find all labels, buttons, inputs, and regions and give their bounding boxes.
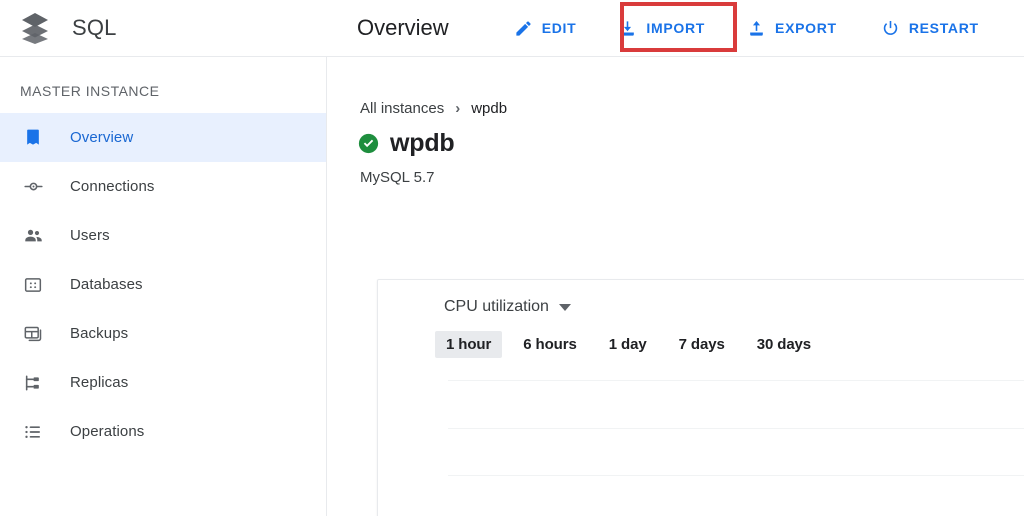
- breadcrumb-current: wpdb: [471, 100, 508, 117]
- main-content: All instances › wpdb wpdb MySQL 5.7 CPU …: [328, 57, 1024, 516]
- restart-button[interactable]: RESTART: [871, 11, 989, 46]
- header-actions-area: Overview EDIT IMPORT EXPORT RESTART: [327, 0, 1024, 57]
- download-import-icon: [618, 19, 637, 38]
- sidebar-item-operations[interactable]: Operations: [0, 407, 326, 456]
- power-restart-icon: [881, 19, 900, 38]
- top-header-bar: SQL Overview EDIT IMPORT EXPORT RESTART: [0, 0, 1024, 57]
- connection-hub-icon: [22, 176, 44, 198]
- sidebar-section-label: MASTER INSTANCE: [20, 83, 160, 99]
- sidebar-nav: MASTER INSTANCE Overview Connections Use…: [0, 57, 327, 516]
- sidebar-item-label: Databases: [70, 276, 143, 293]
- chart-plot-area: [448, 380, 1024, 516]
- time-range-tabs: 1 hour 6 hours 1 day 7 days 30 days: [378, 316, 1024, 358]
- list-icon: [22, 421, 44, 443]
- range-chip-1-day[interactable]: 1 day: [598, 331, 658, 358]
- range-chip-1-hour[interactable]: 1 hour: [435, 331, 503, 358]
- instance-engine-version: MySQL 5.7: [360, 169, 435, 186]
- export-button-label: EXPORT: [775, 20, 837, 36]
- export-button[interactable]: EXPORT: [737, 11, 847, 46]
- cloud-sql-layers-icon: [20, 12, 50, 44]
- sidebar-item-overview[interactable]: Overview: [0, 113, 326, 162]
- instance-name: wpdb: [390, 129, 455, 157]
- import-button-label: IMPORT: [646, 20, 706, 36]
- replica-branch-icon: [22, 372, 44, 394]
- sidebar-item-backups[interactable]: Backups: [0, 309, 326, 358]
- metric-selector-label: CPU utilization: [444, 298, 549, 315]
- cloud-sql-console: SQL Overview EDIT IMPORT EXPORT RESTART …: [0, 0, 1024, 516]
- range-chip-7-days[interactable]: 7 days: [668, 331, 736, 358]
- sidebar-item-label: Users: [70, 227, 110, 244]
- range-chip-6-hours[interactable]: 6 hours: [512, 331, 587, 358]
- database-grid-icon: [22, 274, 44, 296]
- metric-selector[interactable]: CPU utilization: [378, 280, 571, 316]
- pencil-icon: [514, 19, 533, 38]
- sidebar-item-label: Backups: [70, 325, 129, 342]
- sidebar-item-label: Connections: [70, 178, 155, 195]
- sidebar-item-label: Operations: [70, 423, 145, 440]
- instance-title-row: wpdb: [328, 117, 1024, 158]
- breadcrumb-all-instances[interactable]: All instances: [360, 100, 444, 117]
- sidebar-item-connections[interactable]: Connections: [0, 162, 326, 211]
- import-button[interactable]: IMPORT: [608, 11, 715, 46]
- chart-gridline: [448, 380, 1024, 381]
- edit-button[interactable]: EDIT: [504, 11, 587, 46]
- chart-gridline: [448, 428, 1024, 429]
- sidebar-item-databases[interactable]: Databases: [0, 260, 326, 309]
- page-title: Overview: [357, 15, 449, 40]
- breadcrumb: All instances › wpdb: [328, 57, 1024, 117]
- edit-button-label: EDIT: [541, 20, 577, 36]
- range-chip-30-days[interactable]: 30 days: [746, 331, 822, 358]
- backup-table-icon: [22, 323, 44, 345]
- overview-book-icon: [22, 127, 44, 149]
- sidebar-item-users[interactable]: Users: [0, 211, 326, 260]
- restart-button-label: RESTART: [908, 20, 979, 36]
- chevron-down-icon: [558, 303, 571, 311]
- people-icon: [22, 225, 44, 247]
- metrics-chart-card: CPU utilization 1 hour 6 hours 1 day 7 d…: [377, 279, 1024, 516]
- sidebar-item-label: Replicas: [70, 374, 129, 391]
- chevron-right-icon: ›: [455, 100, 461, 117]
- status-check-icon: [358, 133, 379, 154]
- chart-gridline: [448, 475, 1024, 476]
- brand-area[interactable]: SQL: [0, 0, 327, 57]
- sidebar-item-replicas[interactable]: Replicas: [0, 358, 326, 407]
- upload-export-icon: [747, 19, 766, 38]
- sidebar-item-label: Overview: [70, 129, 134, 146]
- brand-title: SQL: [72, 15, 117, 40]
